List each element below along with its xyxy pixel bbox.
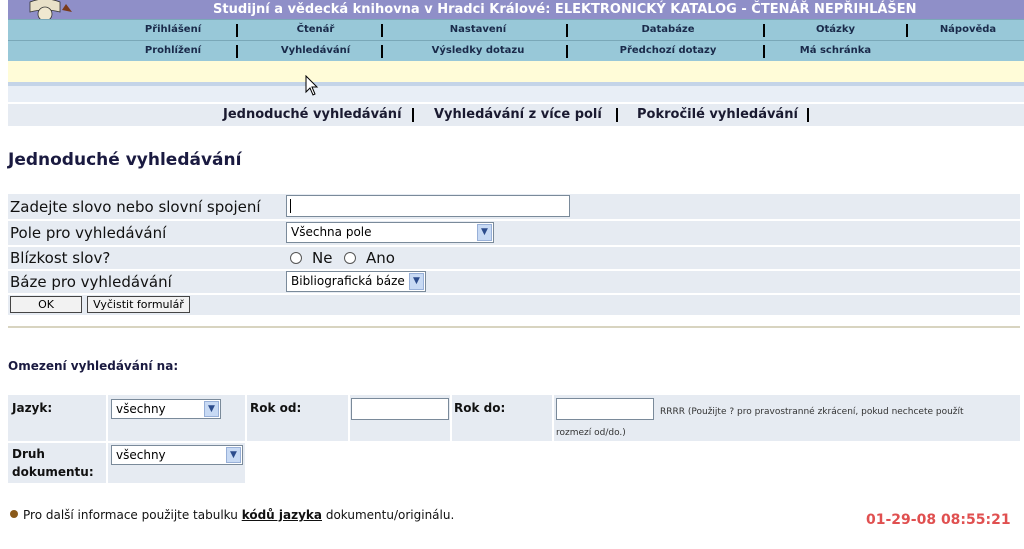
proximity-label: Blízkost slov?	[10, 249, 111, 267]
tab-separator	[412, 108, 414, 122]
nav-databaze[interactable]: Databáze	[573, 20, 763, 40]
search-field-select[interactable]: Všechna pole ▼	[286, 222, 494, 243]
proximity-yes-radio[interactable]	[344, 252, 356, 264]
nav-separator	[906, 24, 908, 37]
form-row-field: Pole pro vyhledávání Všechna pole ▼	[8, 221, 1020, 245]
nav-separator	[566, 45, 568, 58]
ok-button[interactable]: OK	[10, 296, 82, 313]
form-row-base: Báze pro vyhledávání Bibliografická báze…	[8, 271, 1020, 293]
language-label-cell: Jazyk:	[8, 395, 106, 441]
nav-predchozi-dotazy[interactable]: Předchozí dotazy	[573, 41, 763, 61]
year-format-hint-cont: rozmezí od/do.)	[556, 428, 626, 438]
nav-ctenar[interactable]: Čtenář	[248, 20, 383, 40]
year-to-input[interactable]	[556, 398, 654, 420]
base-label: Báze pro vyhledávání	[10, 273, 172, 291]
language-code-note: Pro další informace použijte tabulku kód…	[10, 508, 454, 522]
limits-title: Omezení vyhledávání na:	[8, 359, 179, 373]
tab-separator	[807, 108, 809, 122]
database-value: Bibliografická báze	[291, 274, 405, 288]
nav-separator	[381, 24, 383, 37]
field-label: Pole pro vyhledávání	[10, 224, 167, 242]
primary-nav: Přihlášení Čtenář Nastavení Databáze Otá…	[8, 19, 1024, 40]
note-text-after: dokumentu/originálu.	[325, 508, 455, 522]
search-word-input[interactable]	[286, 195, 570, 217]
app-title: Studijní a vědecká knihovna v Hradci Krá…	[213, 2, 917, 17]
form-row-proximity: Blízkost slov? Ne Ano	[8, 247, 1020, 269]
doctype-select[interactable]: všechny ▼	[111, 445, 243, 465]
nav-separator	[763, 45, 765, 58]
search-field-value: Všechna pole	[291, 225, 372, 239]
proximity-yes-label: Ano	[366, 249, 395, 267]
chevron-down-icon[interactable]: ▼	[409, 273, 424, 290]
nav-separator	[236, 24, 238, 37]
year-from-input-cell	[350, 395, 450, 441]
chevron-down-icon[interactable]: ▼	[226, 447, 241, 463]
form-row-word: Zadejte slovo nebo slovní spojení	[8, 194, 1020, 219]
nav-ma-schranka[interactable]: Má schránka	[768, 41, 903, 61]
proximity-no-radio[interactable]	[290, 252, 302, 264]
year-format-hint: RRRR (Použijte ? pro pravostranné zkráce…	[660, 407, 964, 417]
doctype-select-cell: všechny ▼	[108, 443, 245, 483]
chevron-down-icon[interactable]: ▼	[477, 224, 492, 241]
year-to-input-cell: RRRR (Použijte ? pro pravostranné zkráce…	[554, 395, 1020, 441]
tab-simple-search[interactable]: Jednoduché vyhledávání	[223, 104, 402, 126]
tab-separator	[616, 108, 618, 122]
secondary-nav: Prohlížení Vyhledávání Výsledky dotazu P…	[8, 40, 1024, 61]
message-bar	[8, 61, 1024, 82]
text-caret	[290, 199, 291, 213]
nav-otazky[interactable]: Otázky	[768, 20, 903, 40]
nav-separator	[236, 45, 238, 58]
section-divider	[8, 326, 1020, 328]
tab-multi-field-search[interactable]: Vyhledávání z více polí	[434, 104, 602, 126]
bullet-icon	[10, 510, 18, 518]
nav-prohlizeni[interactable]: Prohlížení	[108, 41, 238, 61]
doctype-value: všechny	[116, 448, 166, 462]
nav-vysledky-dotazu[interactable]: Výsledky dotazu	[388, 41, 568, 61]
server-datetime: 01-29-08 08:55:21	[866, 512, 1011, 528]
mouse-pointer-icon	[305, 75, 319, 96]
nav-napoveda[interactable]: Nápověda	[913, 20, 1023, 40]
chevron-down-icon[interactable]: ▼	[204, 401, 219, 417]
year-from-input[interactable]	[351, 398, 449, 420]
database-select[interactable]: Bibliografická báze ▼	[286, 271, 426, 292]
year-to-label: Rok do:	[454, 401, 506, 415]
search-type-tabs: Jednoduché vyhledávání Vyhledávání z víc…	[8, 104, 1024, 126]
language-select[interactable]: všechny ▼	[111, 399, 221, 419]
spacer-band	[8, 86, 1024, 102]
clear-form-button[interactable]: Vyčistit formulář	[87, 296, 190, 313]
nav-nastaveni[interactable]: Nastavení	[388, 20, 568, 40]
nav-prihlaseni[interactable]: Přihlášení	[108, 20, 238, 40]
nav-separator	[763, 24, 765, 37]
note-text-before: Pro další informace použijte tabulku	[23, 508, 238, 522]
year-to-label-cell: Rok do:	[452, 395, 552, 441]
doctype-label-cell: Druh dokumentu:	[8, 443, 106, 483]
language-value: všechny	[116, 402, 166, 416]
year-from-label: Rok od:	[250, 401, 302, 415]
form-row-buttons: OK Vyčistit formulář	[8, 295, 1020, 315]
year-from-label-cell: Rok od:	[247, 395, 348, 441]
tab-advanced-search[interactable]: Pokročilé vyhledávání	[637, 104, 798, 126]
proximity-no-label: Ne	[312, 249, 333, 267]
nav-separator	[566, 24, 568, 37]
nav-separator	[381, 45, 383, 58]
language-codes-link[interactable]: kódů jazyka	[242, 508, 322, 522]
doctype-label-cont: dokumentu:	[12, 465, 94, 479]
doctype-label: Druh	[12, 447, 45, 461]
page-title: Jednoduché vyhledávání	[8, 150, 242, 170]
language-select-cell: všechny ▼	[108, 395, 245, 441]
nav-vyhledavani[interactable]: Vyhledávání	[248, 41, 383, 61]
app-title-bar: Studijní a vědecká knihovna v Hradci Krá…	[8, 0, 1024, 19]
language-label: Jazyk:	[12, 401, 53, 415]
word-label: Zadejte slovo nebo slovní spojení	[10, 198, 261, 216]
